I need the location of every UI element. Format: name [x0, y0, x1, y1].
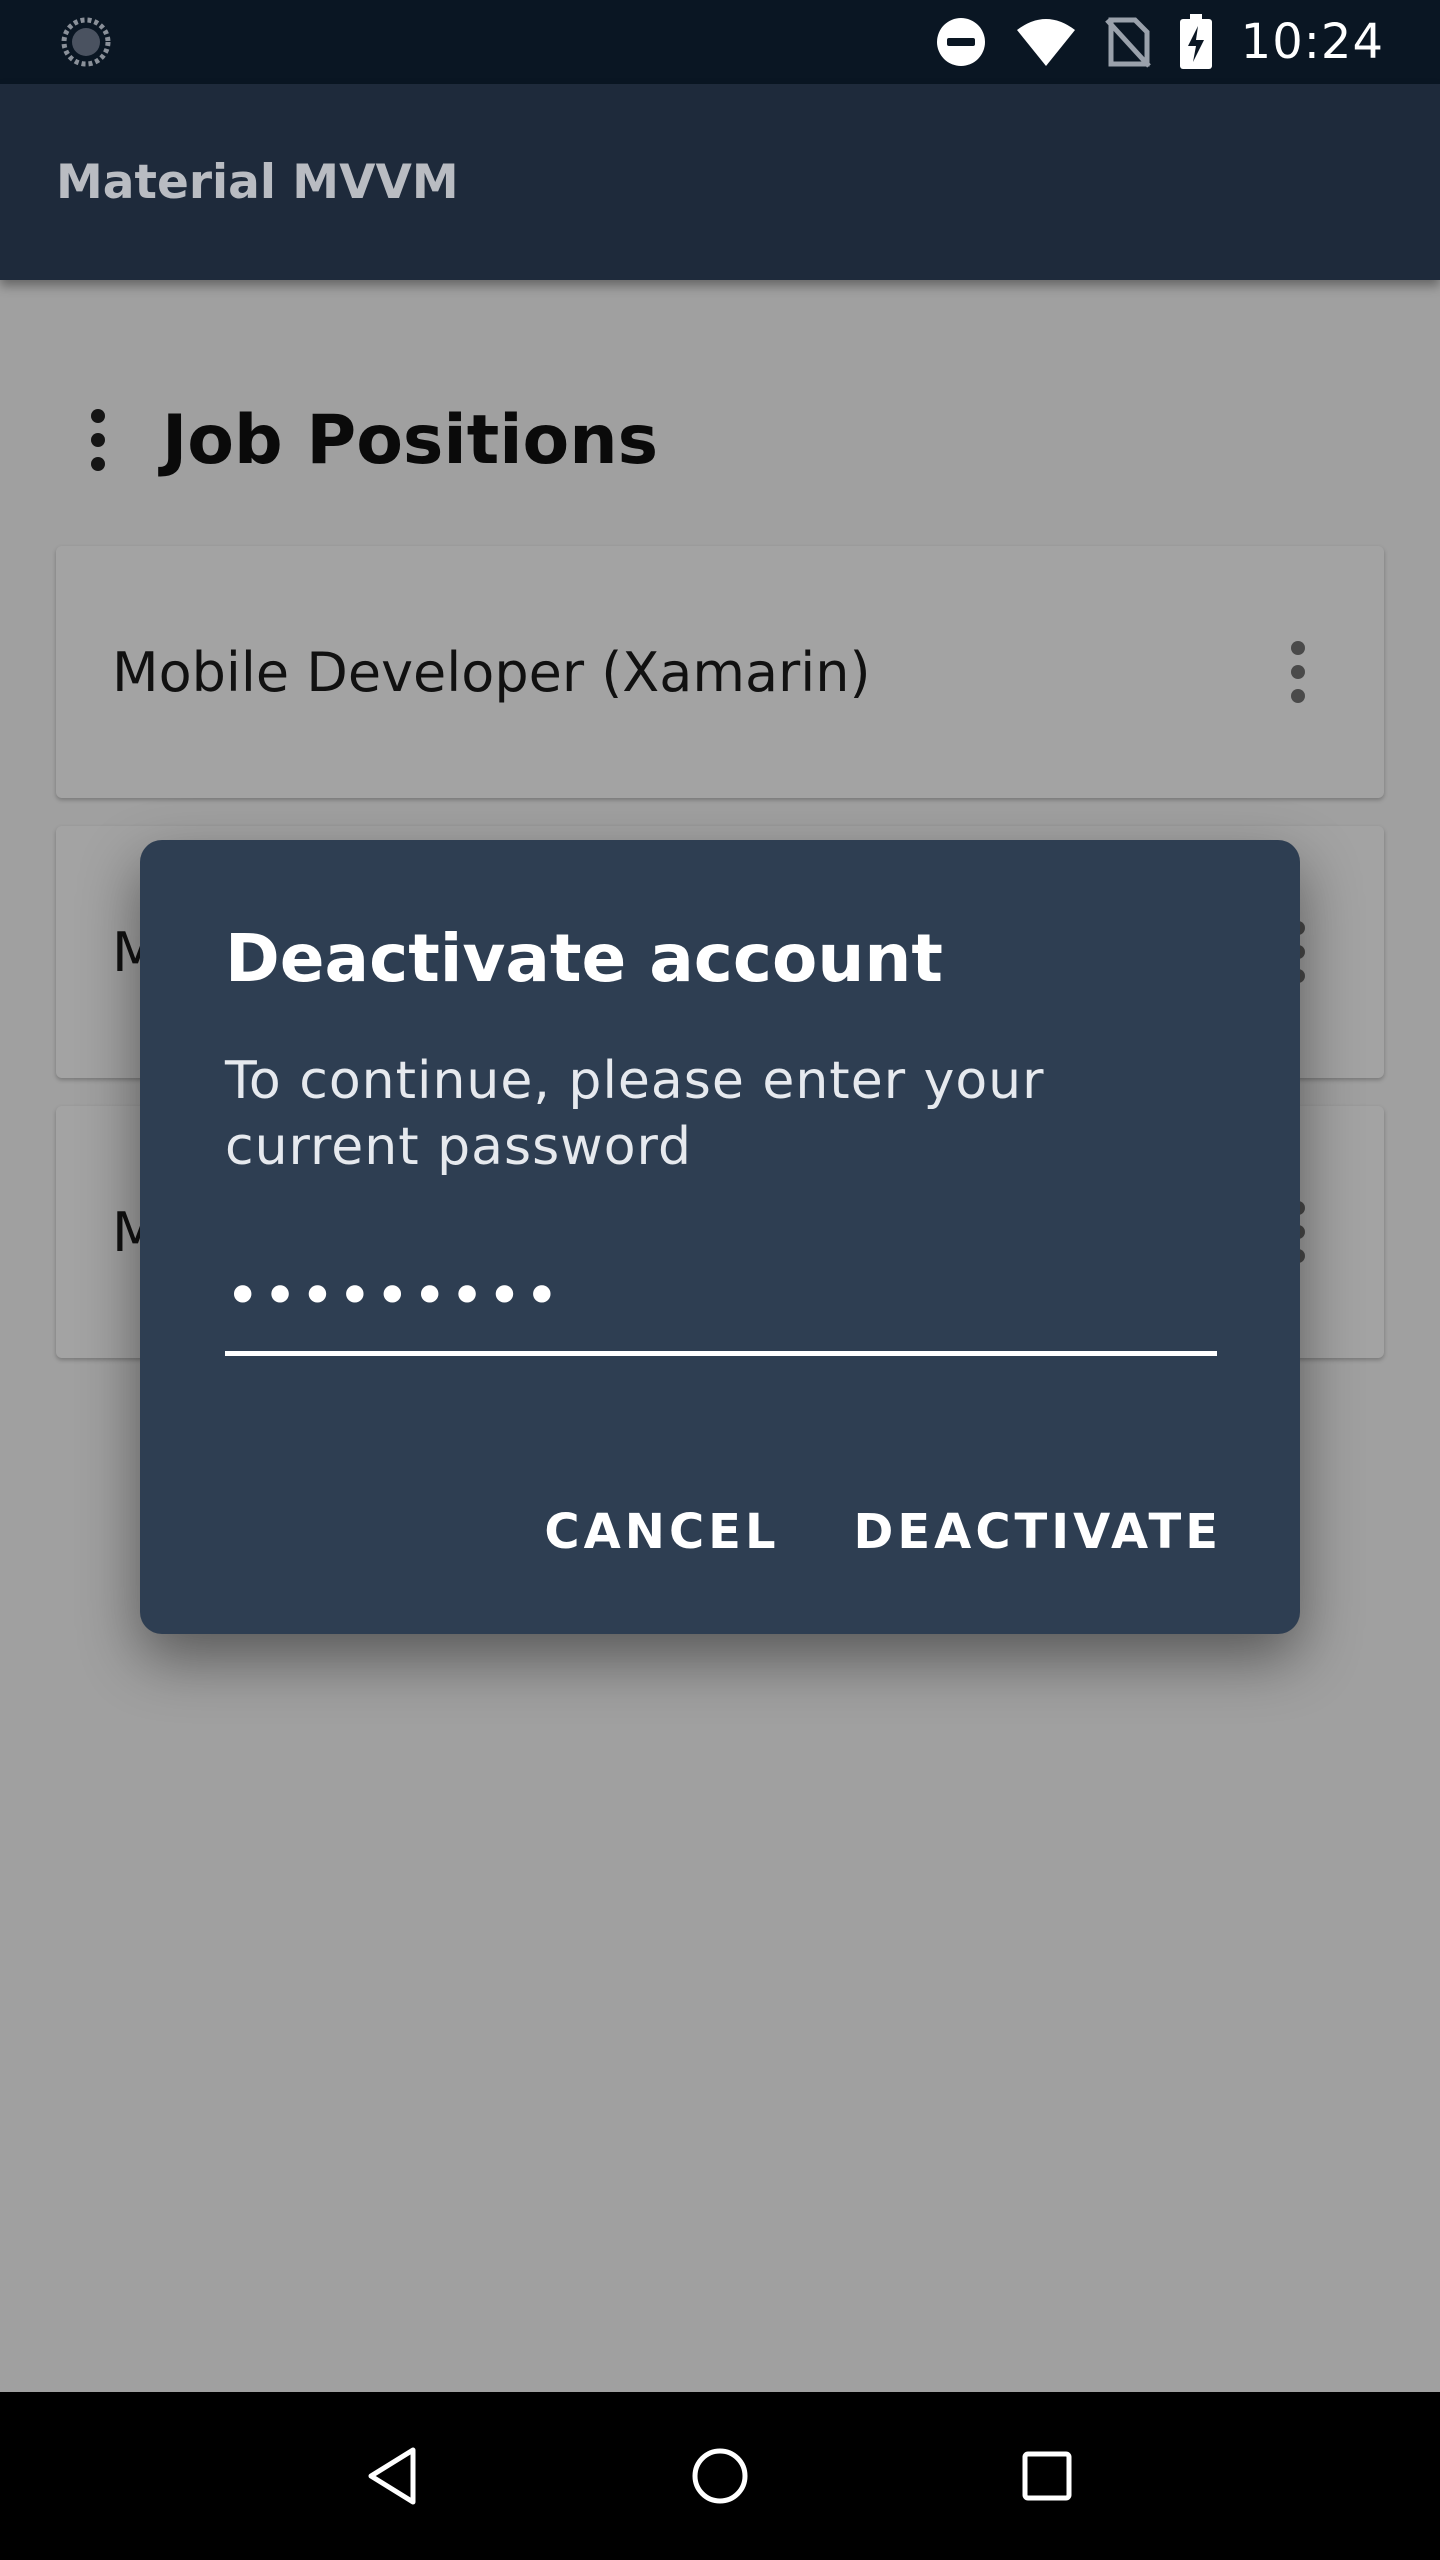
wifi-icon — [1015, 16, 1077, 68]
navigation-bar — [0, 2392, 1440, 2560]
dialog-title: Deactivate account — [225, 920, 943, 997]
app-bar: Material MVVM — [0, 84, 1440, 280]
back-icon[interactable] — [338, 2421, 448, 2531]
screen: 10:24 Material MVVM Job Positions Mobile… — [0, 0, 1440, 2560]
status-bar: 10:24 — [0, 0, 1440, 84]
password-field[interactable] — [225, 1260, 1217, 1356]
dialog-message: To continue, please enter your current p… — [225, 1051, 1045, 1177]
cancel-button[interactable]: CANCEL — [544, 1504, 779, 1560]
dialog-actions: CANCEL DEACTIVATE — [544, 1504, 1222, 1560]
do-not-disturb-icon — [935, 16, 987, 68]
home-icon[interactable] — [665, 2421, 775, 2531]
deactivate-button[interactable]: DEACTIVATE — [854, 1504, 1222, 1560]
no-sim-icon — [1104, 16, 1151, 68]
battery-charging-icon — [1179, 14, 1213, 70]
recents-icon[interactable] — [992, 2421, 1102, 2531]
status-clock: 10:24 — [1240, 14, 1384, 70]
app-title: Material MVVM — [56, 154, 459, 210]
deactivate-dialog: Deactivate account To continue, please e… — [140, 840, 1300, 1634]
loading-icon — [60, 16, 112, 68]
